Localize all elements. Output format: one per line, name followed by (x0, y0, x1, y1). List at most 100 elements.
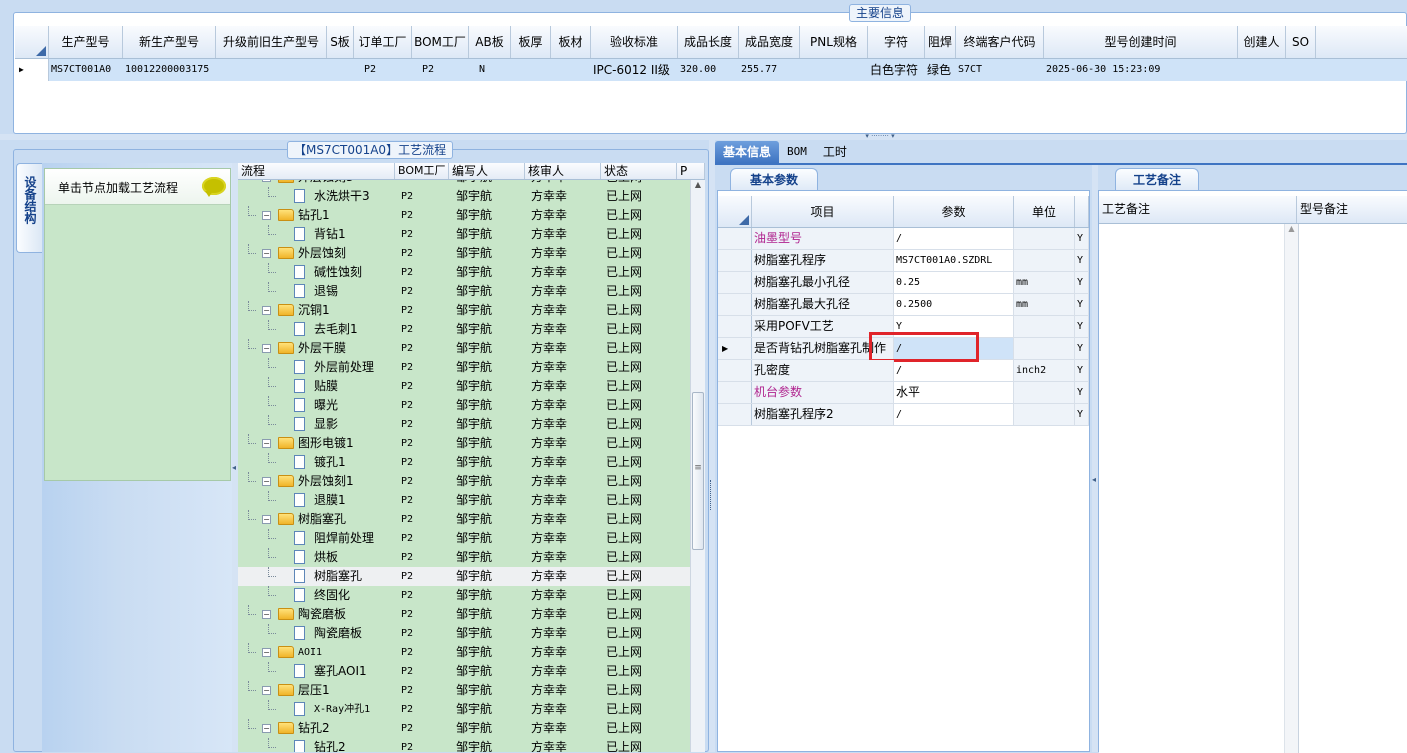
collapse-node-icon[interactable]: − (262, 724, 271, 733)
tree-col-5[interactable]: P (677, 163, 705, 179)
main-info-col-13[interactable]: 字符 (868, 26, 925, 58)
tree-col-3[interactable]: 核审人 (525, 163, 601, 179)
notes-tab[interactable]: 工艺备注 (1115, 168, 1199, 190)
tree-row[interactable]: − 钻孔2 P2 邹宇航 方幸幸 已上网 (238, 719, 690, 738)
tree-row[interactable]: 贴膜 P2 邹宇航 方幸幸 已上网 (238, 377, 690, 396)
params-row[interactable]: 树脂塞孔程序 MS7CT001A0.SZDRL Y (718, 250, 1089, 272)
main-info-col-7[interactable]: 板厚 (511, 26, 551, 58)
tree-row[interactable]: 树脂塞孔 P2 邹宇航 方幸幸 已上网 (238, 567, 690, 586)
main-info-cell-2[interactable] (216, 59, 327, 81)
main-info-col-3[interactable]: S板 (327, 26, 354, 58)
collapse-node-icon[interactable]: − (262, 306, 271, 315)
main-info-cell-15[interactable]: S7CT (956, 59, 1044, 81)
scroll-up-icon[interactable]: ▲ (691, 180, 705, 193)
tree-row[interactable]: 背钻1 P2 邹宇航 方幸幸 已上网 (238, 225, 690, 244)
main-info-cell-1[interactable]: 10012200003175 (123, 59, 216, 81)
main-info-col-8[interactable]: 板材 (551, 26, 591, 58)
tree-row[interactable]: − 钻孔1 P2 邹宇航 方幸幸 已上网 (238, 206, 690, 225)
collapse-node-icon[interactable]: − (262, 180, 271, 182)
main-info-cell-16[interactable]: 2025-06-30 15:23:09 (1044, 59, 1238, 81)
main-info-col-15[interactable]: 终端客户代码 (956, 26, 1044, 58)
collapse-node-icon[interactable]: − (262, 249, 271, 258)
tree-row[interactable]: 外层前处理 P2 邹宇航 方幸幸 已上网 (238, 358, 690, 377)
notes-process-area[interactable] (1099, 224, 1284, 753)
tree-row[interactable]: − 树脂塞孔 P2 邹宇航 方幸幸 已上网 (238, 510, 690, 529)
tree-col-0[interactable]: 流程 (238, 163, 395, 179)
collapse-node-icon[interactable]: − (262, 344, 271, 353)
main-info-col-17[interactable]: 创建人 (1238, 26, 1286, 58)
collapse-node-icon[interactable]: − (262, 648, 271, 657)
main-info-col-2[interactable]: 升级前旧生产型号 (216, 26, 327, 58)
params-value-cell[interactable]: Y (894, 316, 1014, 337)
params-row[interactable]: ▶ 是否背钻孔树脂塞孔制作 / Y (718, 338, 1089, 360)
collapse-node-icon[interactable]: − (262, 477, 271, 486)
tree-row[interactable]: 钻孔2 P2 邹宇航 方幸幸 已上网 (238, 738, 690, 752)
main-info-col-10[interactable]: 成品长度 (678, 26, 739, 58)
params-row[interactable]: 树脂塞孔最大孔径 0.2500 mm Y (718, 294, 1089, 316)
tab-bom[interactable]: BOM (779, 141, 815, 163)
params-value-cell[interactable]: / (894, 228, 1014, 249)
node-hint-panel[interactable]: 单击节点加载工艺流程 (44, 168, 231, 481)
tree-row[interactable]: − 层压1 P2 邹宇航 方幸幸 已上网 (238, 681, 690, 700)
main-info-col-11[interactable]: 成品宽度 (739, 26, 800, 58)
main-info-col-14[interactable]: 阻焊 (925, 26, 956, 58)
main-info-cell-8[interactable] (551, 59, 591, 81)
params-row[interactable]: 树脂塞孔最小孔径 0.25 mm Y (718, 272, 1089, 294)
horizontal-splitter[interactable]: ▾ ········ ▾ (0, 133, 1407, 140)
notes-scroll-up-icon[interactable]: ▲ (1285, 224, 1298, 233)
main-info-col-6[interactable]: AB板 (469, 26, 511, 58)
params-row[interactable]: 采用POFV工艺 Y Y (718, 316, 1089, 338)
tree-row[interactable]: 显影 P2 邹宇航 方幸幸 已上网 (238, 415, 690, 434)
main-info-col-0[interactable]: 生产型号 (49, 26, 123, 58)
tree-row[interactable]: 去毛刺1 P2 邹宇航 方幸幸 已上网 (238, 320, 690, 339)
params-value-cell[interactable]: MS7CT001A0.SZDRL (894, 250, 1014, 271)
main-info-cell-13[interactable]: 白色字符 (868, 59, 925, 81)
collapse-node-icon[interactable]: − (262, 211, 271, 220)
tree-row[interactable]: − AOI1 P2 邹宇航 方幸幸 已上网 (238, 643, 690, 662)
tree-row[interactable]: − 沉铜1 P2 邹宇航 方幸幸 已上网 (238, 301, 690, 320)
main-info-cell-14[interactable]: 绿色 (925, 59, 956, 81)
main-info-cell-11[interactable]: 255.77 (739, 59, 800, 81)
params-value-cell[interactable]: / (894, 360, 1014, 381)
tree-row[interactable]: − 外层蚀刻3 P2 邹宇航 方幸幸 已上网 (238, 180, 690, 187)
tab-hours[interactable]: 工时 (815, 141, 855, 163)
tab-basic-info[interactable]: 基本信息 (715, 141, 780, 163)
tree-row[interactable]: − 外层干膜 P2 邹宇航 方幸幸 已上网 (238, 339, 690, 358)
collapse-node-icon[interactable]: − (262, 610, 271, 619)
tree-row[interactable]: 阻焊前处理 P2 邹宇航 方幸幸 已上网 (238, 529, 690, 548)
main-info-cell-3[interactable] (327, 59, 354, 81)
main-info-col-9[interactable]: 验收标准 (591, 26, 678, 58)
tree-row[interactable]: − 陶瓷磨板 P2 邹宇航 方幸幸 已上网 (238, 605, 690, 624)
params-tab[interactable]: 基本参数 (730, 168, 818, 190)
params-row[interactable]: 油墨型号 / Y (718, 228, 1089, 250)
tree-row[interactable]: 退膜1 P2 邹宇航 方幸幸 已上网 (238, 491, 690, 510)
tree-row[interactable]: 水洗烘干3 P2 邹宇航 方幸幸 已上网 (238, 187, 690, 206)
main-info-cell-6[interactable]: N (469, 59, 511, 81)
collapse-node-icon[interactable]: − (262, 439, 271, 448)
collapse-node-icon[interactable]: − (262, 686, 271, 695)
side-tab-device-structure[interactable]: 设备结构 (16, 163, 42, 253)
main-info-cell-12[interactable] (800, 59, 868, 81)
tree-row[interactable]: 烘板 P2 邹宇航 方幸幸 已上网 (238, 548, 690, 567)
params-row[interactable]: 孔密度 / inch2 Y (718, 360, 1089, 382)
main-info-cell-17[interactable] (1238, 59, 1286, 81)
notes-scrollbar[interactable]: ▲ (1284, 224, 1298, 753)
scrollbar-thumb[interactable]: ≡ (692, 392, 704, 550)
tree-row[interactable]: 曝光 P2 邹宇航 方幸幸 已上网 (238, 396, 690, 415)
params-value-cell[interactable]: 水平 (894, 382, 1014, 403)
main-info-cell-18[interactable] (1286, 59, 1316, 81)
main-info-col-16[interactable]: 型号创建时间 (1044, 26, 1238, 58)
tree-row[interactable]: 镀孔1 P2 邹宇航 方幸幸 已上网 (238, 453, 690, 472)
main-info-col-1[interactable]: 新生产型号 (123, 26, 216, 58)
tree-row[interactable]: 碱性蚀刻 P2 邹宇航 方幸幸 已上网 (238, 263, 690, 282)
main-info-row[interactable]: ▶ MS7CT001A0 10012200003175 P2 P2 N IPC-6012 I… (15, 59, 1407, 81)
tree-row[interactable]: 塞孔AOI1 P2 邹宇航 方幸幸 已上网 (238, 662, 690, 681)
main-info-cell-9[interactable]: IPC-6012 II级 (591, 59, 678, 81)
params-value-cell[interactable]: / (894, 404, 1014, 425)
tree-row[interactable]: − 图形电镀1 P2 邹宇航 方幸幸 已上网 (238, 434, 690, 453)
collapse-node-icon[interactable]: − (262, 515, 271, 524)
params-row[interactable]: 机台参数 水平 Y (718, 382, 1089, 404)
tree-col-4[interactable]: 状态 (601, 163, 677, 179)
main-info-col-18[interactable]: SO (1286, 26, 1316, 58)
tree-row[interactable]: 陶瓷磨板 P2 邹宇航 方幸幸 已上网 (238, 624, 690, 643)
